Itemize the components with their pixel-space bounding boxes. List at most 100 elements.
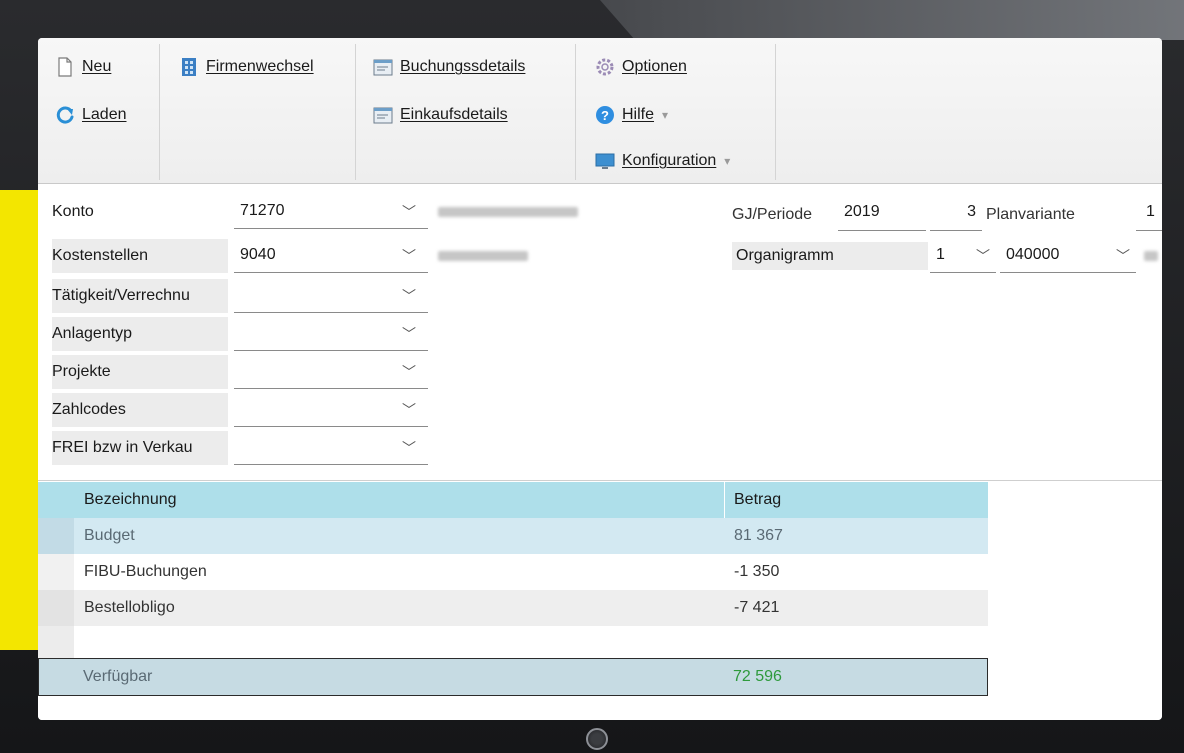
options-label: Optionen xyxy=(622,58,687,75)
purchase-details-icon xyxy=(373,107,393,124)
ribbon-group-details: Buchungssdetails Einkaufsdetails xyxy=(356,44,576,180)
field-label: Tätigkeit/Verrechnu xyxy=(52,279,228,313)
booking-details-icon xyxy=(373,59,393,76)
redacted-text xyxy=(1144,251,1158,261)
field-row-taetigkeit: Tätigkeit/Verrechnu ﹀ xyxy=(38,279,438,313)
ribbon-group-company: Firmenwechsel xyxy=(160,44,356,180)
organigramm-code-value: 040000 xyxy=(1006,246,1060,263)
field-label: Anlagentyp xyxy=(52,317,228,351)
field-row-projekte: Projekte ﹀ xyxy=(38,355,438,389)
row-selector[interactable] xyxy=(38,590,74,626)
konto-value: 71270 xyxy=(240,202,285,219)
filter-form: Konto 71270 ﹀ Kostenstellen 9040 ﹀ Tätig… xyxy=(38,185,1162,481)
row-value: -1 350 xyxy=(734,563,780,580)
configuration-dropdown-icon: ▾ xyxy=(724,154,731,168)
app-screen: Neu Laden Firmenwechsel Buchungssdetails… xyxy=(38,38,1162,720)
gj-input[interactable]: 2019 xyxy=(838,197,926,231)
konto-select[interactable]: 71270 ﹀ xyxy=(234,195,428,229)
new-button-label: Neu xyxy=(82,58,112,75)
help-button[interactable]: ? Hilfe ▾ xyxy=(594,104,668,126)
bezel-highlight xyxy=(600,0,1184,40)
table-row[interactable]: Bestellobligo -7 421 xyxy=(38,590,988,626)
organigramm-code-select[interactable]: 040000 ﹀ xyxy=(1000,239,1136,273)
organigramm-select[interactable]: 1 ﹀ xyxy=(930,239,996,273)
periode-input[interactable]: 3 xyxy=(930,197,982,231)
chevron-down-icon: ﹀ xyxy=(976,248,990,264)
field-row-frei: FREI bzw in Verkau ﹀ xyxy=(38,431,438,465)
help-icon: ? xyxy=(596,106,614,124)
load-button[interactable]: Laden xyxy=(54,104,127,126)
gj-value: 2019 xyxy=(844,203,880,220)
budget-grid: Bezeichnung Betrag Budget 81 367 FIBU-Bu… xyxy=(38,482,1162,720)
chevron-down-icon: ﹀ xyxy=(402,204,416,220)
field-row-kostenstellen: Kostenstellen 9040 ﹀ xyxy=(38,239,438,273)
zahlcodes-select[interactable]: ﹀ xyxy=(234,393,428,427)
column-divider xyxy=(724,482,725,518)
frei-select[interactable]: ﹀ xyxy=(234,431,428,465)
row-selector[interactable] xyxy=(38,518,74,554)
field-row-anlagentyp: Anlagentyp ﹀ xyxy=(38,317,438,351)
building-icon xyxy=(182,58,196,76)
grid-header-row: Bezeichnung Betrag xyxy=(38,482,988,518)
chevron-down-icon: ﹀ xyxy=(402,326,416,342)
company-switch-button[interactable]: Firmenwechsel xyxy=(178,56,314,78)
purchase-details-button[interactable]: Einkaufsdetails xyxy=(372,104,508,126)
row-label: Budget xyxy=(84,527,135,544)
field-label: Konto xyxy=(52,203,94,220)
field-label: Projekte xyxy=(52,355,228,389)
planvariante-label: Planvariante xyxy=(986,206,1075,223)
redacted-text xyxy=(438,207,578,217)
new-button[interactable]: Neu xyxy=(54,56,111,78)
taetigkeit-select[interactable]: ﹀ xyxy=(234,279,428,313)
yellow-accent xyxy=(0,190,40,650)
column-header-betrag[interactable]: Betrag xyxy=(734,491,781,509)
chevron-down-icon: ﹀ xyxy=(402,402,416,418)
chevron-down-icon: ﹀ xyxy=(1116,248,1130,264)
new-document-icon xyxy=(58,57,72,77)
chevron-down-icon: ﹀ xyxy=(402,248,416,264)
row-value: -7 421 xyxy=(734,599,780,616)
row-label: FIBU-Buchungen xyxy=(84,563,207,580)
help-label: Hilfe xyxy=(622,106,655,123)
home-button xyxy=(586,728,608,750)
row-selector[interactable] xyxy=(38,554,74,590)
svg-text:?: ? xyxy=(601,108,609,123)
planvariante-input[interactable]: 1 xyxy=(1136,197,1162,231)
total-value: 72 596 xyxy=(733,668,782,685)
table-row[interactable]: Budget 81 367 xyxy=(38,518,988,554)
anlagentyp-select[interactable]: ﹀ xyxy=(234,317,428,351)
monitor-icon xyxy=(595,153,615,169)
field-label: Kostenstellen xyxy=(52,239,228,273)
ribbon-toolbar: Neu Laden Firmenwechsel Buchungssdetails… xyxy=(38,38,1162,184)
gj-periode-label: GJ/Periode xyxy=(732,206,813,223)
total-row[interactable]: Verfügbar 72 596 xyxy=(38,658,988,696)
gear-icon xyxy=(596,58,614,76)
booking-details-button[interactable]: Buchungssdetails xyxy=(372,56,525,78)
booking-details-label: Buchungssdetails xyxy=(400,58,526,75)
row-label: Bestellobligo xyxy=(84,599,175,616)
kostenstellen-select[interactable]: 9040 ﹀ xyxy=(234,239,428,273)
organigramm-value: 1 xyxy=(936,246,945,263)
projekte-select[interactable]: ﹀ xyxy=(234,355,428,389)
row-value: 81 367 xyxy=(734,527,783,544)
configuration-label: Konfiguration xyxy=(622,152,717,169)
ribbon-group-file: Neu Laden xyxy=(38,44,160,180)
help-dropdown-icon: ▾ xyxy=(662,108,669,122)
chevron-down-icon: ﹀ xyxy=(402,364,416,380)
periode-value: 3 xyxy=(967,203,976,220)
table-row[interactable]: FIBU-Buchungen -1 350 xyxy=(38,554,988,590)
configuration-button[interactable]: Konfiguration ▾ xyxy=(594,150,730,172)
purchase-details-label: Einkaufsdetails xyxy=(400,106,508,123)
table-row-empty xyxy=(38,626,988,658)
redacted-text xyxy=(438,251,528,261)
planvariante-value: 1 xyxy=(1146,203,1155,220)
field-label: FREI bzw in Verkau xyxy=(52,431,228,465)
field-row-zahlcodes: Zahlcodes ﹀ xyxy=(38,393,438,427)
chevron-down-icon: ﹀ xyxy=(402,288,416,304)
options-button[interactable]: Optionen xyxy=(594,56,687,78)
chevron-down-icon: ﹀ xyxy=(402,440,416,456)
field-label: Zahlcodes xyxy=(52,393,228,427)
column-header-bezeichnung[interactable]: Bezeichnung xyxy=(84,491,177,509)
refresh-icon xyxy=(56,106,74,124)
organigramm-label: Organigramm xyxy=(732,242,928,270)
